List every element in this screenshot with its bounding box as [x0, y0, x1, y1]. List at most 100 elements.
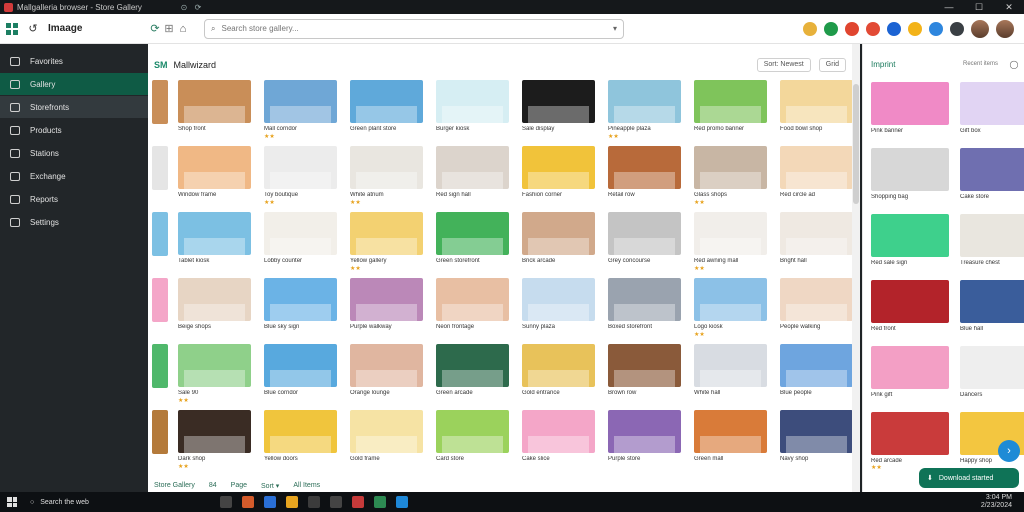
- app-icon[interactable]: [352, 496, 364, 508]
- app-icon[interactable]: [308, 496, 320, 508]
- gallery-card[interactable]: People walking: [780, 278, 853, 344]
- gallery-card[interactable]: Blue corridor: [264, 344, 337, 410]
- card-thumbnail[interactable]: [264, 278, 337, 321]
- sidebar-item-gallery[interactable]: Gallery: [0, 73, 148, 95]
- card-thumbnail[interactable]: [780, 146, 853, 189]
- extension-icon[interactable]: [866, 21, 880, 36]
- gallery-card[interactable]: Pink banner: [871, 82, 949, 148]
- gallery-card[interactable]: Yellow gallery ★★: [350, 212, 423, 278]
- card-thumbnail[interactable]: [522, 146, 595, 189]
- footer-sort[interactable]: Sort ▾: [261, 482, 279, 490]
- card-thumbnail[interactable]: [780, 278, 853, 321]
- card-thumbnail[interactable]: [436, 410, 509, 453]
- lock-icon[interactable]: ⌂: [176, 22, 190, 36]
- search-box[interactable]: ⌕ ▾: [204, 18, 624, 39]
- gallery-card[interactable]: Cake slice: [522, 410, 595, 476]
- gallery-card[interactable]: Navy shop: [780, 410, 853, 476]
- card-thumbnail[interactable]: [871, 82, 949, 125]
- card-thumbnail[interactable]: [871, 346, 949, 389]
- card-thumbnail[interactable]: [178, 344, 251, 387]
- gallery-card[interactable]: Bright hall: [780, 212, 853, 278]
- gallery-card[interactable]: Fashion corner: [522, 146, 595, 212]
- back-icon[interactable]: ↺: [26, 22, 40, 36]
- menu-icon[interactable]: [6, 22, 18, 35]
- gallery-card[interactable]: Purple walkway: [350, 278, 423, 344]
- gallery-card[interactable]: Shopping bag: [871, 148, 949, 214]
- gallery-card[interactable]: Red circle ad: [780, 146, 853, 212]
- bookmark-icon[interactable]: ⊞: [162, 22, 176, 36]
- card-thumbnail[interactable]: [522, 80, 595, 123]
- extension-icon[interactable]: [824, 21, 838, 36]
- card-thumbnail[interactable]: [178, 410, 251, 453]
- gallery-card[interactable]: Card store: [436, 410, 509, 476]
- view-toggle-button[interactable]: Grid: [818, 58, 846, 72]
- card-thumbnail[interactable]: [608, 146, 681, 189]
- card-thumbnail[interactable]: [694, 80, 767, 123]
- gallery-card[interactable]: Toy boutique ★★: [264, 146, 337, 212]
- gallery-card[interactable]: White atrium ★★: [350, 146, 423, 212]
- gallery-card[interactable]: Orange lounge: [350, 344, 423, 410]
- taskbar-search[interactable]: ○ Search the web: [24, 499, 184, 506]
- gallery-card[interactable]: Boxed storefront: [608, 278, 681, 344]
- card-thumbnail[interactable]: [608, 410, 681, 453]
- gallery-card[interactable]: Pineapple plaza ★★: [608, 80, 681, 146]
- app-icon[interactable]: [220, 496, 232, 508]
- card-thumbnail[interactable]: [780, 344, 853, 387]
- gallery-card[interactable]: Red sign hall: [436, 146, 509, 212]
- gallery-card[interactable]: Green arcade: [436, 344, 509, 410]
- card-thumbnail[interactable]: [960, 214, 1024, 257]
- sidebar-item-settings[interactable]: Settings: [0, 211, 148, 233]
- app-icon[interactable]: [242, 496, 254, 508]
- gallery-card[interactable]: Yellow doors: [264, 410, 337, 476]
- card-thumbnail[interactable]: [436, 146, 509, 189]
- card-thumbnail[interactable]: [264, 146, 337, 189]
- sidebar-item-stations[interactable]: Stations: [0, 142, 148, 164]
- card-thumbnail[interactable]: [780, 80, 853, 123]
- card-thumbnail[interactable]: [350, 344, 423, 387]
- card-thumbnail[interactable]: [264, 344, 337, 387]
- gallery-card[interactable]: Blue hall: [960, 280, 1024, 346]
- gallery-card[interactable]: Green plant store: [350, 80, 423, 146]
- card-thumbnail[interactable]: [960, 280, 1024, 323]
- card-thumbnail[interactable]: [960, 148, 1024, 191]
- chevron-down-icon[interactable]: ▾: [613, 24, 617, 33]
- gallery-card[interactable]: Cake store: [960, 148, 1024, 214]
- app-icon[interactable]: [264, 496, 276, 508]
- card-thumbnail[interactable]: [694, 278, 767, 321]
- gallery-card[interactable]: Purple store: [608, 410, 681, 476]
- card-thumbnail[interactable]: [178, 212, 251, 255]
- sidebar-item-storefronts[interactable]: Storefronts: [0, 96, 148, 118]
- card-thumbnail[interactable]: [350, 212, 423, 255]
- download-toast[interactable]: ⬇ Download started: [919, 468, 1019, 488]
- card-thumbnail[interactable]: [871, 148, 949, 191]
- gallery-card[interactable]: Grey concourse: [608, 212, 681, 278]
- gallery-card[interactable]: Dancers: [960, 346, 1024, 412]
- extension-icon[interactable]: [845, 21, 859, 36]
- gallery-card[interactable]: Sale 90 ★★: [178, 344, 251, 410]
- extension-icon[interactable]: [908, 21, 922, 36]
- card-thumbnail[interactable]: [694, 212, 767, 255]
- card-thumbnail[interactable]: [436, 80, 509, 123]
- app-icon[interactable]: [330, 496, 342, 508]
- card-thumbnail[interactable]: [178, 146, 251, 189]
- minimize-button[interactable]: —: [934, 2, 964, 13]
- card-thumbnail[interactable]: [264, 212, 337, 255]
- app-icon[interactable]: [286, 496, 298, 508]
- gallery-card[interactable]: Pink gift: [871, 346, 949, 412]
- extension-icon[interactable]: [929, 21, 943, 36]
- avatar[interactable]: [996, 19, 1014, 38]
- extension-icon[interactable]: [950, 21, 964, 36]
- card-thumbnail[interactable]: [694, 410, 767, 453]
- card-thumbnail[interactable]: [694, 344, 767, 387]
- extension-icon[interactable]: [803, 21, 817, 36]
- close-button[interactable]: ✕: [994, 2, 1024, 13]
- gallery-card[interactable]: Blue people: [780, 344, 853, 410]
- gallery-card[interactable]: White hall: [694, 344, 767, 410]
- start-button[interactable]: [0, 497, 24, 507]
- card-thumbnail[interactable]: [264, 410, 337, 453]
- gallery-card[interactable]: Gift box: [960, 82, 1024, 148]
- footer-page[interactable]: Page: [231, 482, 247, 490]
- avatar[interactable]: [971, 19, 989, 38]
- card-thumbnail[interactable]: [350, 80, 423, 123]
- sync-icon[interactable]: ⟳: [148, 22, 162, 36]
